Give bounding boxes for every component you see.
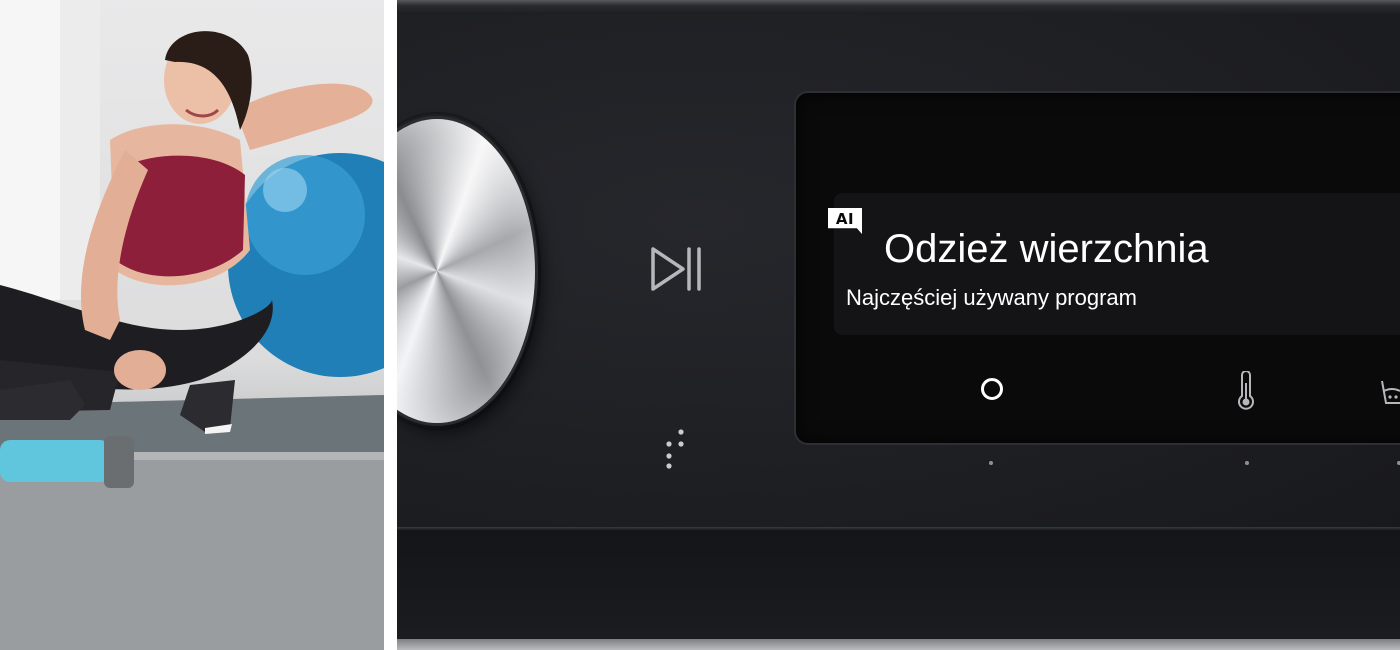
- thermometer-icon[interactable]: [1234, 370, 1258, 411]
- program-subtitle: Najczęściej używany program: [846, 285, 1137, 310]
- woman-with-fitness-ball-photo: [0, 0, 384, 650]
- panel-bottom-edge: [397, 639, 1400, 650]
- ring-icon[interactable]: [979, 376, 1005, 402]
- basket-icon[interactable]: [1378, 373, 1400, 407]
- window-curtain: [0, 0, 60, 300]
- panel-lower-strip: [397, 531, 1400, 639]
- program-name: Odzież wierzchnia: [884, 227, 1209, 271]
- panel-divider: [384, 0, 397, 650]
- appliance-control-panel: AI Odzież wierzchnia Najczęściej używany…: [397, 0, 1400, 650]
- play-pause-icon[interactable]: [649, 245, 703, 293]
- indicator-dot: [989, 461, 993, 465]
- program-display: AI Odzież wierzchnia Najczęściej używany…: [796, 93, 1400, 443]
- water-bottle: [0, 440, 110, 482]
- photo-illustration: [0, 0, 384, 650]
- panel-top-edge: [397, 0, 1400, 14]
- braille-dots: [661, 428, 691, 470]
- indicator-dot: [1245, 461, 1249, 465]
- arm-raised: [235, 83, 373, 150]
- page: AI Odzież wierzchnia Najczęściej używany…: [0, 0, 1400, 650]
